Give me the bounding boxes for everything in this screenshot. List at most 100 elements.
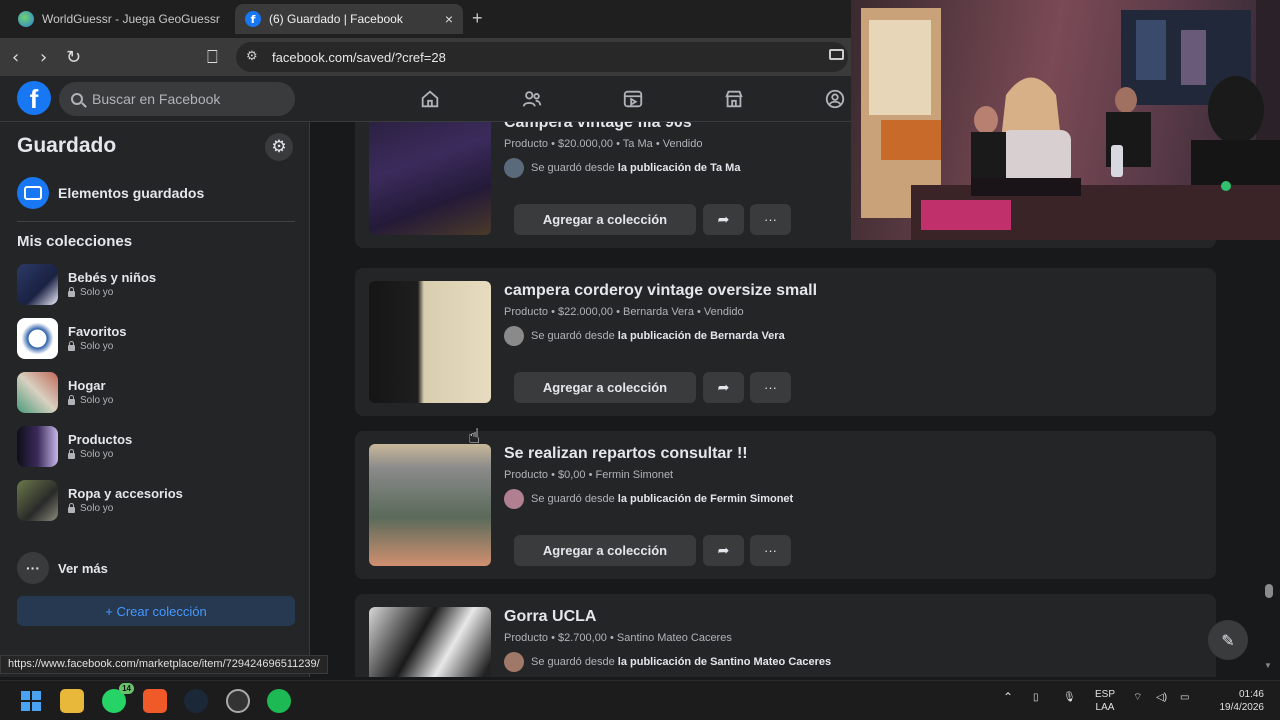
add-to-collection-button[interactable]: Agregar a colección <box>514 204 696 235</box>
volume-icon[interactable]: ◁) <box>1156 691 1167 704</box>
collection-item[interactable]: Hogar Solo yo <box>17 371 297 413</box>
product-image[interactable] <box>369 444 491 566</box>
video-icon[interactable] <box>622 88 644 110</box>
tab-facebook[interactable]: f (6) Guardado | Facebook × <box>235 4 463 34</box>
clock[interactable]: 01:46 19/4/2026 <box>1208 688 1265 714</box>
battery-icon[interactable]: ▭ <box>1180 691 1189 704</box>
collection-item[interactable]: Ropa y accesorios Solo yo <box>17 479 297 521</box>
language-indicator[interactable]: ESP LAA <box>1095 688 1115 714</box>
collection-privacy: Solo yo <box>80 341 114 352</box>
share-icon[interactable]: ➦ <box>703 535 744 566</box>
collection-privacy: Solo yo <box>80 395 114 406</box>
share-icon[interactable]: ➦ <box>703 372 744 403</box>
more-options-button[interactable]: ··· <box>750 535 791 566</box>
collection-item[interactable]: Bebés y niños Solo yo <box>17 263 297 305</box>
scroll-down-arrow[interactable]: ▼ <box>1264 661 1272 670</box>
collection-privacy: Solo yo <box>80 449 114 460</box>
card-source: Se guardó desde la publicación de Ta Ma <box>504 158 740 178</box>
app-icon[interactable] <box>226 689 250 713</box>
back-icon[interactable]: ‹ <box>12 47 19 68</box>
wifi-icon[interactable]: ⌔ <box>1133 691 1142 704</box>
saved-items-icon <box>17 177 49 209</box>
saved-from-label: Se guardó desde <box>531 493 615 505</box>
sidebar-item-label: Elementos guardados <box>58 185 205 201</box>
compose-icon[interactable]: ✎ <box>1208 620 1248 660</box>
url-field[interactable]: ⚙ facebook.com/saved/?cref=28 <box>236 42 848 72</box>
profile-icon[interactable] <box>824 88 846 110</box>
close-tab-icon[interactable]: × <box>445 11 453 27</box>
product-image[interactable] <box>369 281 491 403</box>
product-image[interactable] <box>369 607 491 677</box>
share-icon[interactable]: ➦ <box>703 204 744 235</box>
create-collection-button[interactable]: + Crear colección <box>17 596 295 626</box>
scrollbar-thumb[interactable] <box>1265 584 1273 598</box>
notification-badge: 14 <box>119 683 134 694</box>
more-options-button[interactable]: ··· <box>750 204 791 235</box>
spotify-icon[interactable] <box>267 689 291 713</box>
lang-top: ESP <box>1095 689 1116 700</box>
source-link[interactable]: la publicación de Santino Mateo Caceres <box>618 656 831 668</box>
see-more-button[interactable]: ··· Ver más <box>17 552 108 584</box>
friends-icon[interactable] <box>521 88 543 110</box>
collection-thumbnail <box>17 425 58 467</box>
saved-card: campera corderoy vintage oversize small … <box>355 268 1216 416</box>
microphone-icon[interactable]: 🎙 <box>1063 691 1076 704</box>
collection-name: Bebés y niños <box>68 270 157 285</box>
lock-icon <box>68 286 75 297</box>
avatar <box>504 158 524 178</box>
card-source: Se guardó desde la publicación de Santin… <box>504 652 831 672</box>
add-to-collection-button[interactable]: Agregar a colección <box>514 535 696 566</box>
whatsapp-icon[interactable]: 14 <box>102 683 134 713</box>
tab-title: WorldGuessr - Juega GeoGuessr grat <box>42 12 220 26</box>
saved-sidebar: Guardado ⚙ Elementos guardados Mis colec… <box>0 122 310 677</box>
screen-cast-icon[interactable] <box>829 49 844 60</box>
marketplace-icon[interactable] <box>723 88 745 110</box>
facebook-favicon-icon: f <box>245 11 261 27</box>
lock-icon <box>68 340 75 351</box>
saved-card: Gorra UCLA Producto • $2.700,00 • Santin… <box>355 594 1216 677</box>
collection-thumbnail <box>17 479 58 521</box>
source-link[interactable]: la publicación de Fermin Simonet <box>618 493 793 505</box>
usb-icon[interactable]: ▯ <box>1033 691 1039 704</box>
windows-start-icon[interactable] <box>19 689 43 713</box>
card-title[interactable]: Se realizan repartos consultar !! <box>504 445 748 463</box>
add-to-collection-button[interactable]: Agregar a colección <box>514 372 696 403</box>
card-title[interactable]: Campera vintage fila 90s <box>504 122 692 132</box>
site-settings-icon[interactable]: ⚙ <box>246 49 258 64</box>
product-image[interactable] <box>369 122 491 235</box>
source-link[interactable]: la publicación de Ta Ma <box>618 162 741 174</box>
collections-heading: Mis colecciones <box>17 233 133 250</box>
home-icon[interactable] <box>419 88 441 110</box>
lock-icon <box>68 502 75 513</box>
forward-icon[interactable]: › <box>40 47 47 68</box>
card-title[interactable]: Gorra UCLA <box>504 608 596 626</box>
collection-item[interactable]: Favoritos Solo yo <box>17 317 297 359</box>
avatar <box>504 652 524 672</box>
gear-icon[interactable]: ⚙ <box>265 133 293 161</box>
tab-worldguessr[interactable]: WorldGuessr - Juega GeoGuessr grat <box>8 4 230 34</box>
card-title[interactable]: campera corderoy vintage oversize small <box>504 282 817 300</box>
page-title: Guardado <box>17 134 117 157</box>
brave-browser-icon[interactable] <box>143 689 167 713</box>
bookmark-icon[interactable]: ⎕ <box>207 47 218 68</box>
search-icon <box>71 93 83 105</box>
webcam-scene <box>861 0 1280 240</box>
chevron-up-icon[interactable]: ⌃ <box>1003 691 1013 704</box>
file-explorer-icon[interactable] <box>60 689 84 713</box>
globe-icon <box>18 11 34 27</box>
search-input[interactable]: Buscar en Facebook <box>59 82 295 116</box>
new-tab-button[interactable]: + <box>472 8 483 29</box>
source-link[interactable]: la publicación de Bernarda Vera <box>618 330 785 342</box>
steam-icon[interactable] <box>184 689 208 713</box>
tab-title: (6) Guardado | Facebook <box>269 12 403 26</box>
collection-privacy: Solo yo <box>80 503 114 514</box>
date: 19/4/2026 <box>1219 702 1265 713</box>
reload-icon[interactable]: ↻ <box>66 47 81 68</box>
collection-name: Productos <box>68 432 133 447</box>
url-text: facebook.com/saved/?cref=28 <box>272 49 446 65</box>
more-options-button[interactable]: ··· <box>750 372 791 403</box>
collection-item[interactable]: Productos Solo yo <box>17 425 297 467</box>
sidebar-item-saved-items[interactable]: Elementos guardados <box>17 177 204 209</box>
facebook-logo[interactable]: f <box>17 81 51 115</box>
more-dots-icon: ··· <box>17 552 49 584</box>
